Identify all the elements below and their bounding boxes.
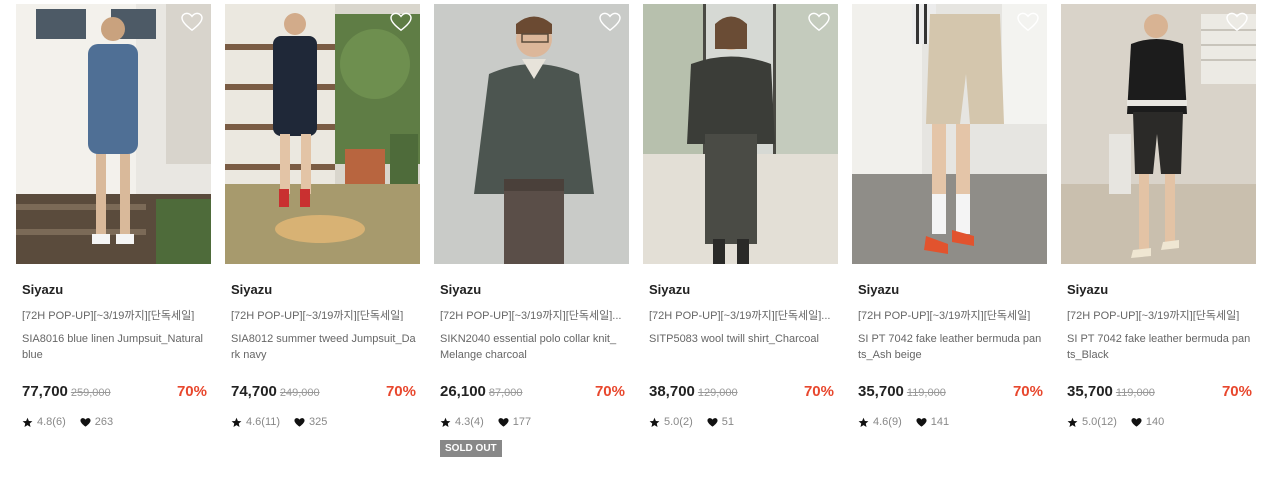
sale-price: 38,700 — [649, 383, 695, 400]
wishlist-heart-icon[interactable] — [390, 12, 412, 32]
original-price: 87,000 — [488, 387, 523, 399]
sold-out-badge: SOLD OUT — [440, 440, 502, 457]
product-meta: 5.0(12) 140 — [1061, 415, 1256, 429]
star-icon — [1067, 417, 1078, 428]
original-price: 119,000 — [1115, 387, 1155, 399]
product-image[interactable] — [225, 4, 420, 264]
product-image[interactable] — [434, 4, 629, 264]
likes: 51 — [707, 416, 734, 428]
likes-count: 177 — [512, 416, 532, 428]
sale-price: 35,700 — [1067, 383, 1113, 400]
heart-icon — [80, 417, 91, 428]
star-icon — [649, 417, 660, 428]
star-icon — [231, 417, 242, 428]
product-image[interactable] — [852, 4, 1047, 264]
wishlist-heart-icon[interactable] — [1017, 12, 1039, 32]
product-promo[interactable]: [72H POP-UP][~3/19까지][단독세일]... — [643, 307, 838, 321]
product-brand[interactable]: Siyazu — [225, 282, 420, 298]
product-card[interactable]: Siyazu [72H POP-UP][~3/19까지][단독세일]... SI… — [643, 4, 838, 429]
product-name[interactable]: SIKN2040 essential polo collar knit_Mela… — [434, 331, 629, 363]
product-meta: 4.8(6) 263 — [16, 415, 211, 429]
product-promo[interactable]: [72H POP-UP][~3/19까지][단독세일] — [16, 307, 211, 321]
price-row: 74,700 249,000 70% — [225, 383, 420, 401]
likes: 141 — [916, 416, 949, 428]
original-price: 249,000 — [279, 387, 320, 399]
sale-price: 35,700 — [858, 383, 904, 400]
price-row: 35,700 119,000 70% — [852, 383, 1047, 401]
rating-text: 4.6(9) — [873, 416, 902, 428]
likes-count: 325 — [309, 416, 328, 428]
product-image[interactable] — [643, 4, 838, 264]
likes-count: 140 — [1145, 416, 1165, 428]
original-price: 129,000 — [697, 387, 738, 399]
product-brand[interactable]: Siyazu — [434, 282, 629, 298]
product-brand[interactable]: Siyazu — [16, 282, 211, 298]
heart-icon — [916, 417, 927, 428]
discount-rate: 70% — [594, 383, 625, 400]
rating-text: 4.8(6) — [37, 416, 66, 428]
product-grid: Siyazu [72H POP-UP][~3/19까지][단독세일] SIA80… — [0, 0, 1261, 490]
discount-rate: 70% — [1012, 383, 1043, 400]
discount-rate: 70% — [385, 383, 416, 400]
product-image[interactable] — [16, 4, 211, 264]
price-row: 38,700 129,000 70% — [643, 383, 838, 401]
product-card[interactable]: Siyazu [72H POP-UP][~3/19까지][단독세일]... SI… — [434, 4, 629, 457]
product-brand[interactable]: Siyazu — [1061, 282, 1256, 298]
price-row: 26,100 87,000 70% — [434, 383, 629, 401]
product-meta: 4.6(11) 325 — [225, 415, 420, 429]
product-meta: 5.0(2) 51 — [643, 415, 838, 429]
original-price: 259,000 — [70, 387, 111, 399]
heart-icon — [1131, 417, 1142, 428]
sale-price: 26,100 — [440, 383, 486, 400]
star-icon — [858, 417, 869, 428]
wishlist-heart-icon[interactable] — [808, 12, 830, 32]
likes-count: 263 — [94, 416, 114, 428]
product-brand[interactable]: Siyazu — [643, 282, 838, 298]
product-image[interactable] — [1061, 4, 1256, 264]
star-icon — [22, 417, 33, 428]
likes: 325 — [294, 416, 327, 428]
product-meta: 4.6(9) 141 — [852, 415, 1047, 429]
product-name[interactable]: SIA8012 summer tweed Jumpsuit_Dark navy — [225, 331, 420, 363]
discount-rate: 70% — [176, 383, 207, 400]
wishlist-heart-icon[interactable] — [1226, 12, 1248, 32]
likes-count: 51 — [721, 416, 734, 428]
wishlist-heart-icon[interactable] — [181, 12, 203, 32]
sale-price: 77,700 — [22, 383, 68, 400]
product-name[interactable]: SI PT 7042 fake leather bermuda pants_As… — [852, 331, 1047, 363]
heart-icon — [294, 417, 305, 428]
product-card[interactable]: Siyazu [72H POP-UP][~3/19까지][단독세일] SI PT… — [852, 4, 1047, 429]
discount-rate: 70% — [1221, 383, 1252, 400]
heart-icon — [498, 417, 509, 428]
sale-price: 74,700 — [231, 383, 277, 400]
discount-rate: 70% — [803, 383, 834, 400]
star-icon — [440, 417, 451, 428]
product-promo[interactable]: [72H POP-UP][~3/19까지][단독세일] — [225, 307, 420, 321]
likes: 140 — [1131, 416, 1164, 428]
likes-count: 141 — [930, 416, 950, 428]
product-meta: 4.3(4) 177 — [434, 415, 629, 429]
product-name[interactable]: SI PT 7042 fake leather bermuda pants_Bl… — [1061, 331, 1256, 363]
likes: 177 — [498, 416, 531, 428]
product-promo[interactable]: [72H POP-UP][~3/19까지][단독세일]... — [434, 307, 629, 321]
original-price: 119,000 — [906, 387, 946, 399]
product-name[interactable]: SITP5083 wool twill shirt_Charcoal — [643, 331, 838, 363]
price-row: 77,700 259,000 70% — [16, 383, 211, 401]
product-card[interactable]: Siyazu [72H POP-UP][~3/19까지][단독세일] SIA80… — [16, 4, 211, 429]
product-promo[interactable]: [72H POP-UP][~3/19까지][단독세일] — [852, 307, 1047, 321]
product-card[interactable]: Siyazu [72H POP-UP][~3/19까지][단독세일] SIA80… — [225, 4, 420, 429]
product-name[interactable]: SIA8016 blue linen Jumpsuit_Natural blue — [16, 331, 211, 363]
product-brand[interactable]: Siyazu — [852, 282, 1047, 298]
heart-icon — [707, 417, 718, 428]
rating-text: 4.3(4) — [455, 416, 484, 428]
product-promo[interactable]: [72H POP-UP][~3/19까지][단독세일] — [1061, 307, 1256, 321]
price-row: 35,700 119,000 70% — [1061, 383, 1256, 401]
rating-text: 5.0(2) — [664, 416, 693, 428]
rating-text: 5.0(12) — [1082, 416, 1117, 428]
product-card[interactable]: Siyazu [72H POP-UP][~3/19까지][단독세일] SI PT… — [1061, 4, 1256, 429]
rating-text: 4.6(11) — [246, 416, 281, 428]
wishlist-heart-icon[interactable] — [599, 12, 621, 32]
likes: 263 — [80, 416, 113, 428]
